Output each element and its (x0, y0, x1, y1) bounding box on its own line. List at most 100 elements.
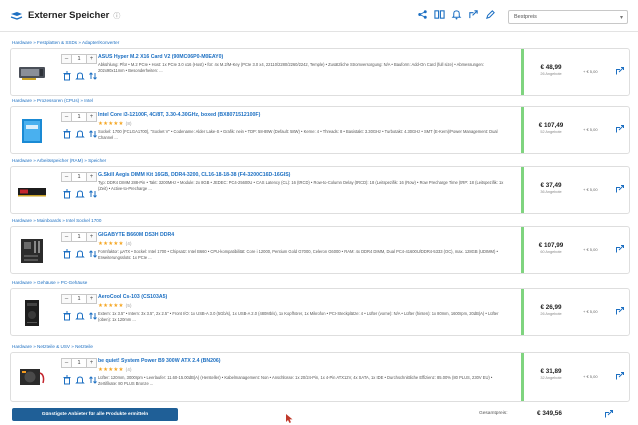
offers-count[interactable]: 26 Angebote (524, 72, 578, 76)
increase-button[interactable]: + (86, 172, 97, 182)
offers-count[interactable]: 36 Angebote (524, 190, 578, 194)
cheapest-offers-button[interactable]: Günstigste Anbieter für alle Produkte er… (12, 408, 178, 421)
decrease-button[interactable]: – (61, 294, 72, 304)
trash-icon[interactable] (62, 71, 72, 81)
quantity-value[interactable]: 1 (72, 232, 86, 242)
decrease-button[interactable]: – (61, 54, 72, 64)
share-icon[interactable] (417, 9, 428, 20)
price-value[interactable]: € 48,99 (524, 64, 578, 71)
sort-updown-icon[interactable] (88, 249, 98, 259)
offers-count[interactable]: 32 Angebote (524, 376, 578, 380)
sort-updown-icon[interactable] (88, 189, 98, 199)
rating-stars[interactable]: ★★★★★ (5) (98, 303, 132, 309)
product-row: – 1 + AeroCool Cs-103 (CS103A5) ★★★★★ (5)… (10, 288, 630, 336)
sort-select[interactable]: Bestpreis ▾ (508, 10, 628, 24)
share-icon[interactable] (615, 371, 625, 381)
product-group: Hardware » Mainboards » Intel Sockel 170… (0, 216, 638, 276)
breadcrumb[interactable]: Hardware » Gehäuse » PC-Gehäuse (12, 280, 87, 285)
bell-icon[interactable] (75, 71, 85, 81)
sort-updown-icon[interactable] (88, 375, 98, 385)
price-value[interactable]: € 107,49 (524, 122, 578, 129)
price-box[interactable]: € 31,89 32 Angebote (521, 353, 578, 401)
sort-updown-icon[interactable] (88, 71, 98, 81)
product-name-link[interactable]: be quiet! System Power B9 300W ATX 2.4 (… (98, 358, 221, 364)
price-box[interactable]: € 48,99 26 Angebote (521, 49, 578, 95)
breadcrumb[interactable]: Hardware » Netzteile & USV » Netzteile (12, 344, 93, 349)
offers-count[interactable]: 26 Angebote (524, 312, 578, 316)
export-icon[interactable] (468, 9, 479, 20)
share-icon[interactable] (615, 124, 625, 134)
breadcrumb[interactable]: Hardware » Mainboards » Intel Sockel 170… (12, 218, 101, 223)
trash-icon[interactable] (62, 189, 72, 199)
price-box[interactable]: € 107,99 60 Angebote (521, 227, 578, 273)
breadcrumb[interactable]: Hardware » Festplatten & SSDs » Adapter/… (12, 40, 119, 45)
price-box[interactable]: € 26,99 26 Angebote (521, 289, 578, 335)
bell-icon[interactable] (75, 311, 85, 321)
notification-bell-icon[interactable] (451, 9, 462, 20)
breadcrumb[interactable]: Hardware » Arbeitsspeicher (RAM) » Speic… (12, 158, 106, 163)
increase-button[interactable]: + (86, 294, 97, 304)
price-value[interactable]: € 26,99 (524, 304, 578, 311)
product-name-link[interactable]: ASUS Hyper M.2 X16 Card V2 (90MC06P0-M0E… (98, 54, 223, 60)
bell-icon[interactable] (75, 249, 85, 259)
adapter-card-icon[interactable] (16, 59, 48, 87)
quantity-value[interactable]: 1 (72, 112, 86, 122)
trash-icon[interactable] (62, 375, 72, 385)
quantity-value[interactable]: 1 (72, 172, 86, 182)
product-name-link[interactable]: G.Skill Aegis DIMM Kit 16GB, DDR4-3200, … (98, 172, 290, 178)
share-icon[interactable] (604, 409, 614, 419)
decrease-button[interactable]: – (61, 358, 72, 368)
share-icon[interactable] (615, 184, 625, 194)
increase-button[interactable]: + (86, 54, 97, 64)
pc-case-icon[interactable] (16, 299, 48, 327)
edit-icon[interactable] (485, 9, 496, 20)
decrease-button[interactable]: – (61, 232, 72, 242)
quantity-value[interactable]: 1 (72, 294, 86, 304)
increase-button[interactable]: + (86, 112, 97, 122)
sort-updown-icon[interactable] (88, 129, 98, 139)
product-row: – 1 + GIGABYTE B660M DS3H DDR4 ★★★★★ (4) … (10, 226, 630, 274)
breadcrumb[interactable]: Hardware » Prozessoren (CPUs) » Intel (12, 98, 93, 103)
product-description: Abkühlung: Pfür • M.2 PCIe • Host: 1x PC… (98, 62, 484, 73)
motherboard-icon[interactable] (16, 237, 48, 265)
bell-icon[interactable] (75, 129, 85, 139)
share-icon[interactable] (615, 244, 625, 254)
product-row: – 1 + be quiet! System Power B9 300W ATX… (10, 352, 630, 402)
increase-button[interactable]: + (86, 232, 97, 242)
trash-icon[interactable] (62, 249, 72, 259)
bell-icon[interactable] (75, 189, 85, 199)
decrease-button[interactable]: – (61, 112, 72, 122)
rating-stars[interactable]: ★★★★★ (8) (98, 121, 132, 127)
cpu-box-icon[interactable] (16, 117, 48, 145)
rating-stars[interactable]: ★★★★★ (4) (98, 367, 132, 373)
price-box[interactable]: € 37,49 36 Angebote (521, 167, 578, 213)
quantity-value[interactable]: 1 (72, 358, 86, 368)
offers-count[interactable]: 60 Angebote (524, 250, 578, 254)
trash-icon[interactable] (62, 311, 72, 321)
quantity-value[interactable]: 1 (72, 54, 86, 64)
price-value[interactable]: € 107,99 (524, 242, 578, 249)
product-name-link[interactable]: Intel Core i3-12100F, 4C/8T, 3.30-4.30GH… (98, 112, 260, 118)
quantity-stepper: – 1 + (61, 172, 97, 182)
price-value[interactable]: € 37,49 (524, 182, 578, 189)
share-icon[interactable] (615, 66, 625, 76)
increase-button[interactable]: + (86, 358, 97, 368)
product-name-link[interactable]: GIGABYTE B660M DS3H DDR4 (98, 232, 174, 238)
share-icon[interactable] (615, 306, 625, 316)
quantity-stepper: – 1 + (61, 232, 97, 242)
price-box[interactable]: € 107,49 52 Angebote (521, 107, 578, 153)
bell-icon[interactable] (75, 375, 85, 385)
sort-select-value: Bestpreis (514, 14, 537, 20)
price-value[interactable]: € 31,89 (524, 368, 578, 375)
sort-updown-icon[interactable] (88, 311, 98, 321)
trash-icon[interactable] (62, 129, 72, 139)
decrease-button[interactable]: – (61, 172, 72, 182)
power-supply-icon[interactable] (16, 363, 48, 391)
product-name-link[interactable]: AeroCool Cs-103 (CS103A5) (98, 294, 167, 300)
header-bar: Externer Speicher ⓘ Bestpreis ▾ (0, 0, 638, 32)
rating-stars[interactable]: ★★★★★ (4) (98, 241, 132, 247)
info-icon[interactable]: ⓘ (113, 11, 120, 21)
compare-icon[interactable] (434, 9, 445, 20)
ram-module-icon[interactable] (16, 177, 48, 205)
offers-count[interactable]: 52 Angebote (524, 130, 578, 134)
